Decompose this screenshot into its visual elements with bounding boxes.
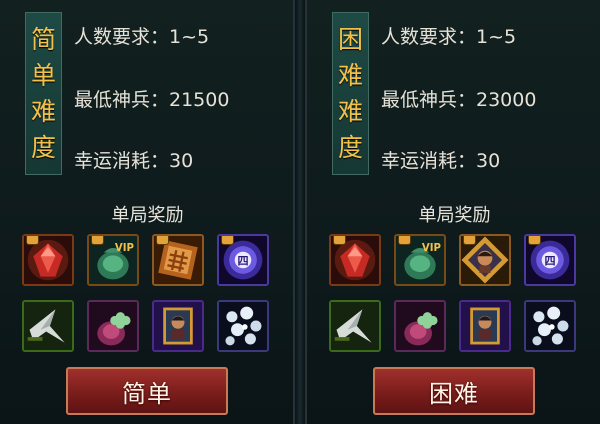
pearls-icon bbox=[219, 302, 267, 350]
arrowhead-icon bbox=[331, 302, 379, 350]
lock-icon bbox=[334, 236, 345, 244]
portrait-card-icon bbox=[461, 302, 509, 350]
reward-slot[interactable] bbox=[524, 300, 576, 352]
reward-slot[interactable] bbox=[329, 234, 381, 286]
orb-glyph: 四 bbox=[237, 255, 248, 268]
clover-pouch-icon bbox=[89, 302, 137, 350]
difficulty-title-char: 度 bbox=[337, 133, 363, 163]
difficulty-title-vertical: 简单难度 bbox=[25, 12, 62, 175]
easy-panel: 简单难度人数要求：1~5 最低神兵：21500 幸运消耗：30 单局奖励 VIP 四简单 bbox=[0, 0, 295, 424]
reward-slot[interactable]: VIP bbox=[394, 234, 446, 286]
reward-slot[interactable] bbox=[22, 234, 74, 286]
vip-text: VIP bbox=[115, 243, 135, 254]
lock-icon bbox=[92, 236, 103, 244]
lock-icon bbox=[529, 236, 540, 244]
dungeon-difficulty-screen: 简单难度人数要求：1~5 最低神兵：21500 幸运消耗：30 单局奖励 VIP 四简单 … bbox=[0, 0, 600, 424]
hard-panel: 困难难度人数要求：1~5 最低神兵：23000 幸运消耗：30 单局奖励 VIP 四困难 bbox=[305, 0, 600, 424]
lock-icon bbox=[464, 236, 475, 244]
reward-slot[interactable] bbox=[394, 300, 446, 352]
hard-difficulty-button[interactable]: 困难 bbox=[373, 367, 535, 415]
arrowhead-icon bbox=[24, 302, 72, 350]
per-round-rewards-title: 单局奖励 bbox=[111, 205, 184, 226]
reward-slot[interactable] bbox=[459, 300, 511, 352]
lock-icon bbox=[222, 236, 233, 244]
lock-icon bbox=[27, 236, 38, 244]
reward-slot[interactable] bbox=[22, 300, 74, 352]
players-requirement-label: 人数要求：1~5 bbox=[74, 26, 210, 48]
difficulty-title-char: 难 bbox=[337, 60, 363, 90]
lock-icon bbox=[399, 236, 410, 244]
clover-pouch-icon bbox=[396, 302, 444, 350]
luck-cost-label: 幸运消耗：30 bbox=[74, 150, 194, 172]
per-round-rewards-title: 单局奖励 bbox=[418, 205, 491, 226]
difficulty-title-vertical: 困难难度 bbox=[332, 12, 369, 175]
lock-icon bbox=[157, 236, 168, 244]
min-divine-weapon-label: 最低神兵：23000 bbox=[381, 89, 537, 111]
orb-glyph: 四 bbox=[544, 255, 555, 268]
players-requirement-label: 人数要求：1~5 bbox=[381, 26, 517, 48]
panel-divider bbox=[295, 0, 305, 424]
reward-slot[interactable]: 四 bbox=[524, 234, 576, 286]
difficulty-title-char: 简 bbox=[30, 24, 56, 54]
reward-slot[interactable]: 四 bbox=[217, 234, 269, 286]
min-divine-weapon-label: 最低神兵：21500 bbox=[74, 89, 230, 111]
luck-cost-label: 幸运消耗：30 bbox=[381, 150, 501, 172]
reward-slot[interactable] bbox=[87, 300, 139, 352]
reward-slot[interactable] bbox=[459, 234, 511, 286]
easy-difficulty-button[interactable]: 简单 bbox=[66, 367, 228, 415]
vip-text: VIP bbox=[422, 243, 442, 254]
difficulty-title-char: 难 bbox=[337, 97, 363, 127]
reward-slot[interactable] bbox=[152, 300, 204, 352]
reward-slot[interactable] bbox=[329, 300, 381, 352]
reward-slot[interactable] bbox=[217, 300, 269, 352]
portrait-card-icon bbox=[154, 302, 202, 350]
reward-slot[interactable] bbox=[152, 234, 204, 286]
difficulty-title-char: 单 bbox=[30, 60, 56, 90]
difficulty-title-char: 难 bbox=[30, 97, 56, 127]
difficulty-title-char: 困 bbox=[337, 24, 363, 54]
reward-slot[interactable]: VIP bbox=[87, 234, 139, 286]
pearls-icon bbox=[526, 302, 574, 350]
difficulty-title-char: 度 bbox=[30, 133, 56, 163]
